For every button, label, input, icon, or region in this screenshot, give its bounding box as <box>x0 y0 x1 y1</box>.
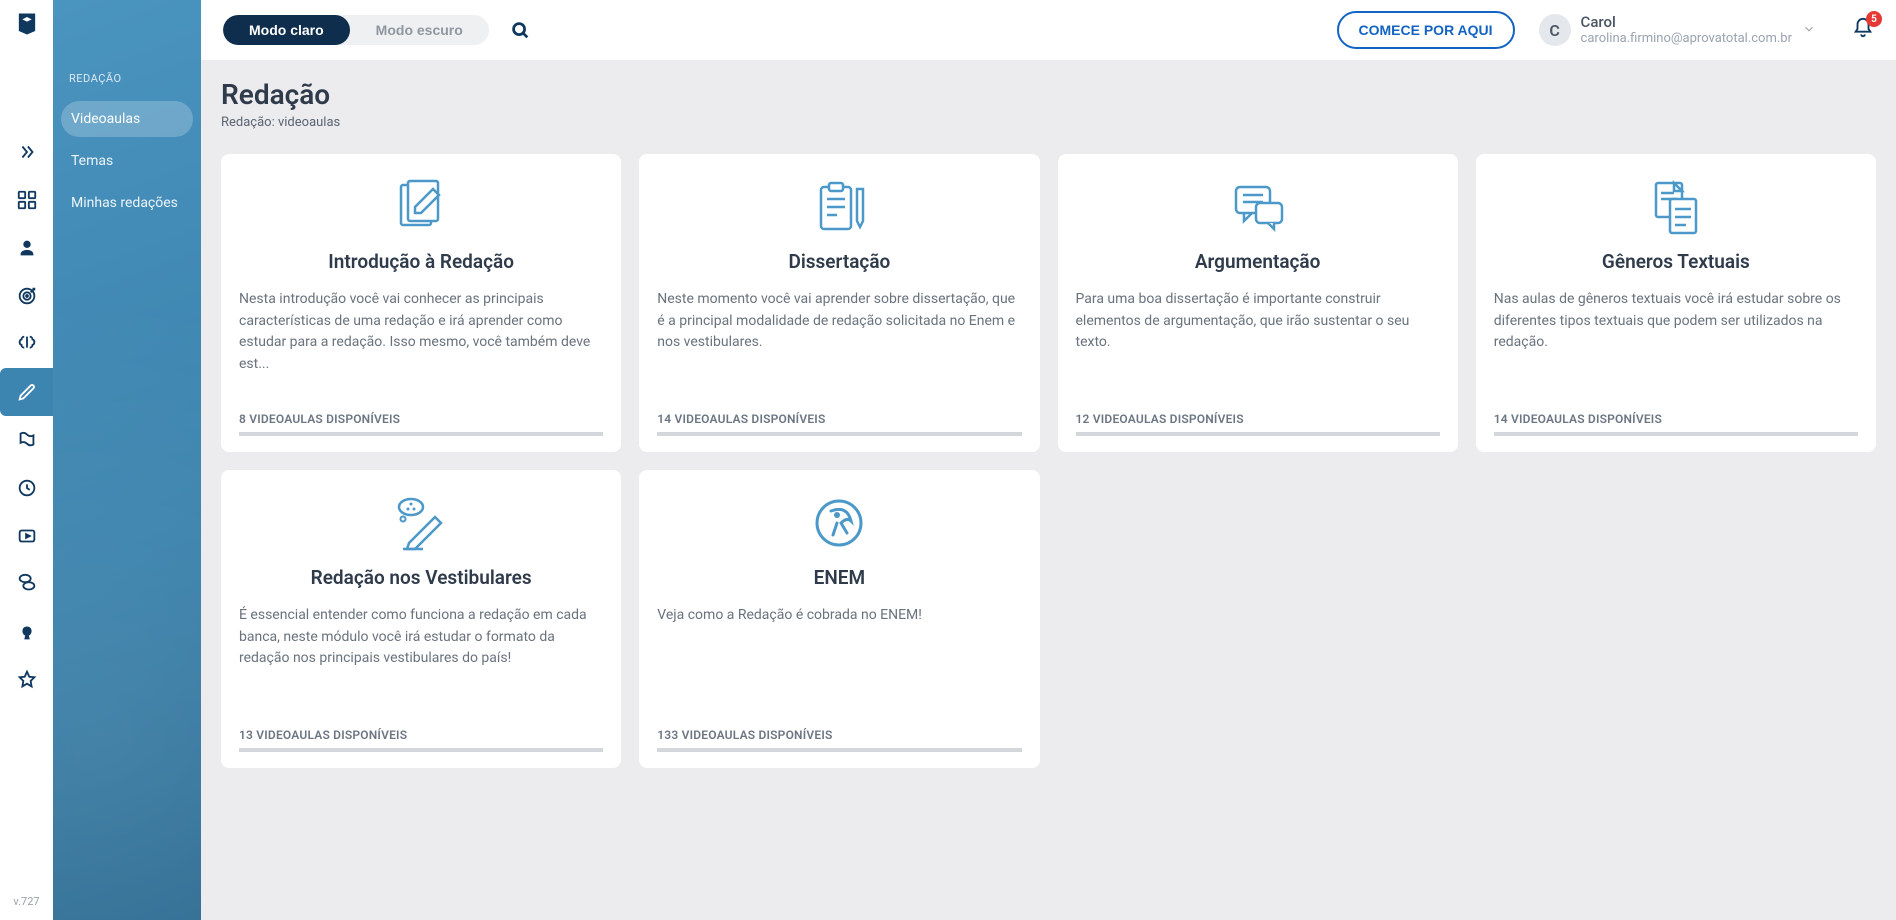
nav-brain-icon[interactable] <box>0 320 53 368</box>
card-footer: 12 VIDEOAULAS DISPONÍVEIS <box>1076 402 1440 436</box>
theme-toggle: Modo claro Modo escuro <box>223 15 489 45</box>
card-title: Dissertação <box>657 250 1021 273</box>
course-card[interactable]: Argumentação Para uma boa dissertação é … <box>1058 154 1458 452</box>
clipboard-pen-icon <box>657 176 1021 242</box>
breadcrumb: Redação: videoaulas <box>221 115 1876 130</box>
notification-badge: 5 <box>1866 11 1882 27</box>
course-card[interactable]: Gêneros Textuais Nas aulas de gêneros te… <box>1476 154 1876 452</box>
docs-icon <box>1494 176 1858 242</box>
nav-target-icon[interactable] <box>0 272 53 320</box>
card-title: Redação nos Vestibulares <box>239 566 603 589</box>
nav-star-icon[interactable] <box>0 656 53 704</box>
card-title: Argumentação <box>1076 250 1440 273</box>
card-footer: 8 VIDEOAULAS DISPONÍVEIS <box>239 402 603 436</box>
user-name: Carol <box>1581 13 1792 31</box>
app-logo-icon[interactable] <box>13 10 41 38</box>
nav-chess-icon[interactable] <box>0 608 53 656</box>
chevron-down-icon <box>1802 21 1816 40</box>
theme-dark-button[interactable]: Modo escuro <box>350 15 489 45</box>
sidebar-header: REDAÇÃO <box>61 72 193 101</box>
cta-start-button[interactable]: COMECE POR AQUI <box>1337 11 1515 49</box>
card-description: Veja como a Redação é cobrada no ENEM! <box>657 605 1021 718</box>
thought-pen-icon <box>239 492 603 558</box>
card-footer: 14 VIDEOAULAS DISPONÍVEIS <box>657 402 1021 436</box>
card-description: É essencial entender como funciona a red… <box>239 605 603 718</box>
card-description: Nas aulas de gêneros textuais você irá e… <box>1494 289 1858 402</box>
card-footer: 13 VIDEOAULAS DISPONÍVEIS <box>239 718 603 752</box>
card-title: ENEM <box>657 566 1021 589</box>
nav-expand-icon[interactable] <box>0 128 53 176</box>
icon-rail: v.727 <box>0 0 53 920</box>
card-footer: 133 VIDEOAULAS DISPONÍVEIS <box>657 718 1021 752</box>
content-area: Redação Redação: videoaulas Introdução à… <box>201 60 1896 920</box>
theme-light-button[interactable]: Modo claro <box>223 15 350 45</box>
course-card[interactable]: Introdução à Redação Nesta introdução vo… <box>221 154 621 452</box>
user-menu[interactable]: C Carol carolina.firmino@aprovatotal.com… <box>1533 13 1822 47</box>
card-description: Neste momento você vai aprender sobre di… <box>657 289 1021 402</box>
user-email: carolina.firmino@aprovatotal.com.br <box>1581 31 1792 47</box>
avatar: C <box>1539 14 1571 46</box>
enem-icon <box>657 492 1021 558</box>
topbar: Modo claro Modo escuro COMECE POR AQUI C… <box>201 0 1896 60</box>
app-version: v.727 <box>13 895 39 920</box>
nav-video-icon[interactable] <box>0 512 53 560</box>
course-card[interactable]: Redação nos Vestibulares É essencial ent… <box>221 470 621 768</box>
card-grid: Introdução à Redação Nesta introdução vo… <box>221 154 1876 768</box>
sidebar-item-minhas-redacoes[interactable]: Minhas redações <box>61 185 193 221</box>
sidebar-item-temas[interactable]: Temas <box>61 143 193 179</box>
sidebar-item-videoaulas[interactable]: Videoaulas <box>61 101 193 137</box>
card-title: Introdução à Redação <box>239 250 603 273</box>
section-sidebar: REDAÇÃO Videoaulas Temas Minhas redações <box>53 0 201 920</box>
chat-icon <box>1076 176 1440 242</box>
card-title: Gêneros Textuais <box>1494 250 1858 273</box>
nav-profile-icon[interactable] <box>0 224 53 272</box>
course-card[interactable]: Dissertação Neste momento você vai apren… <box>639 154 1039 452</box>
page-title: Redação <box>221 78 1876 111</box>
nav-map-icon[interactable] <box>0 416 53 464</box>
notifications-button[interactable]: 5 <box>1852 17 1874 43</box>
nav-discussion-icon[interactable] <box>0 560 53 608</box>
search-icon[interactable] <box>507 17 533 43</box>
card-description: Para uma boa dissertação é importante co… <box>1076 289 1440 402</box>
card-description: Nesta introdução você vai conhecer as pr… <box>239 289 603 402</box>
nav-dashboard-icon[interactable] <box>0 176 53 224</box>
nav-clock-icon[interactable] <box>0 464 53 512</box>
nav-writing-icon[interactable] <box>0 368 53 416</box>
card-footer: 14 VIDEOAULAS DISPONÍVEIS <box>1494 402 1858 436</box>
note-pencil-icon <box>239 176 603 242</box>
course-card[interactable]: ENEM Veja como a Redação é cobrada no EN… <box>639 470 1039 768</box>
